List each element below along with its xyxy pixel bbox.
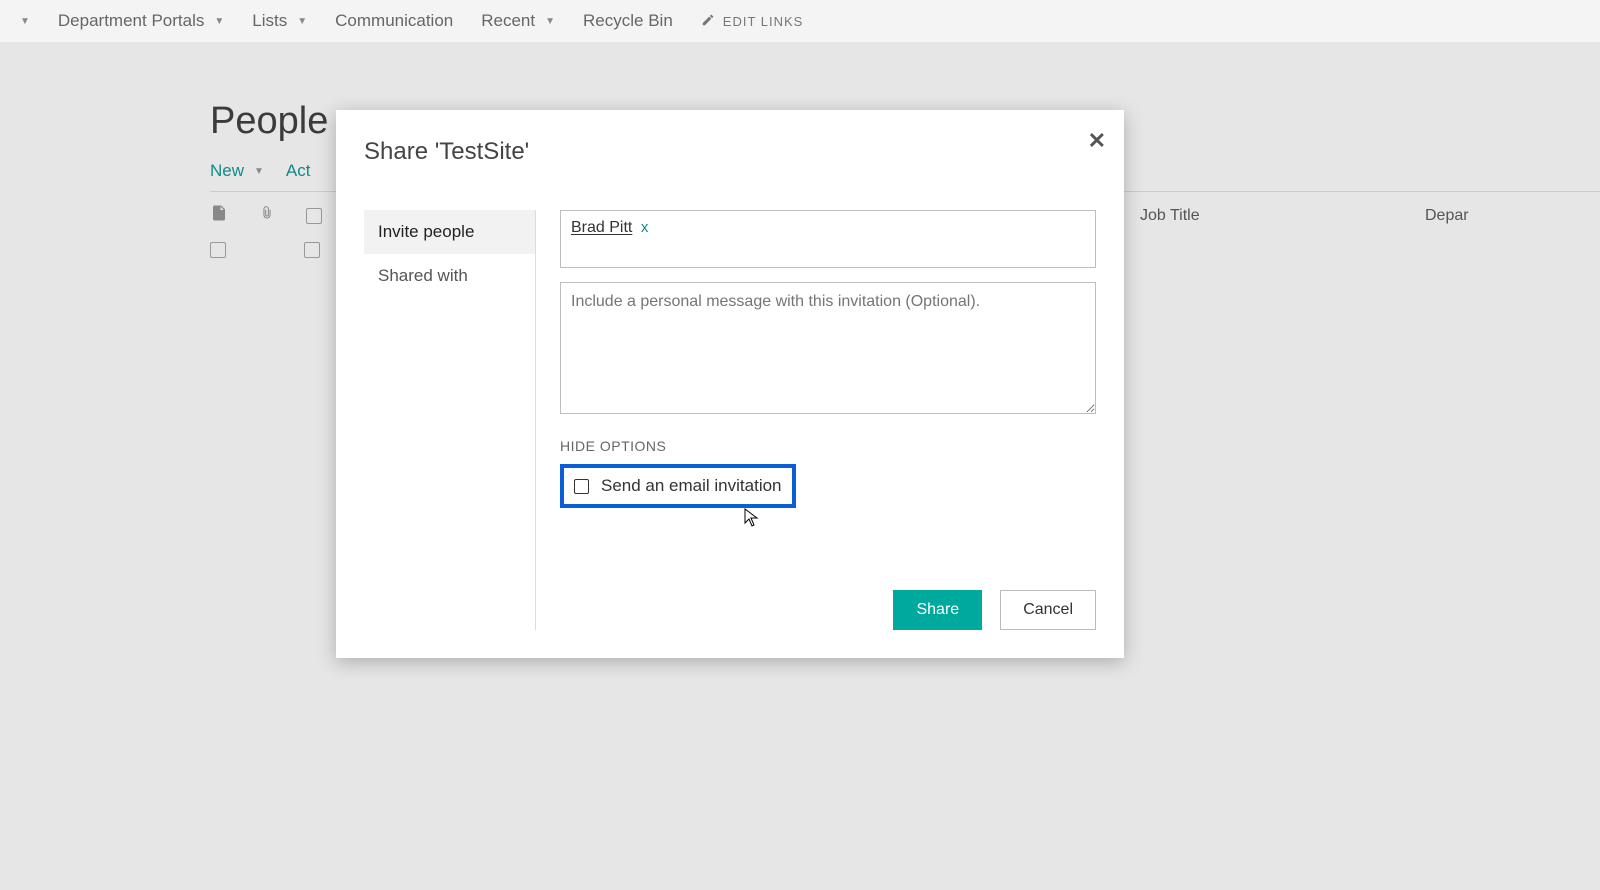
nav-recent[interactable]: Recent ▼ — [481, 11, 555, 31]
nav-label: Department Portals — [58, 11, 204, 31]
pencil-icon — [701, 13, 715, 30]
dialog-tabs: Invite people Shared with — [364, 210, 536, 630]
dialog-main: Brad Pitt x HIDE OPTIONS Send an email i… — [536, 210, 1096, 630]
people-picker[interactable]: Brad Pitt x — [560, 210, 1096, 268]
share-button[interactable]: Share — [893, 590, 982, 630]
tab-label: Invite people — [378, 222, 474, 241]
dialog-buttons: Share Cancel — [893, 590, 1096, 630]
button-label: Share — [916, 601, 959, 618]
message-input[interactable] — [560, 282, 1096, 414]
nav-recycle-bin[interactable]: Recycle Bin — [583, 11, 673, 31]
edit-links-button[interactable]: EDIT LINKS — [701, 13, 804, 30]
actions-label: Act — [286, 161, 311, 180]
header-checkbox[interactable] — [306, 208, 322, 224]
email-invitation-checkbox[interactable] — [574, 479, 589, 494]
nav-label: Recent — [481, 11, 535, 31]
dialog-title: Share 'TestSite' — [364, 138, 529, 166]
nav-label: Communication — [335, 11, 453, 31]
email-invitation-option[interactable]: Send an email invitation — [560, 464, 796, 508]
chevron-down-icon[interactable]: ▼ — [214, 16, 224, 27]
row-checkbox[interactable] — [210, 242, 226, 258]
chevron-down-icon[interactable]: ▼ — [545, 16, 555, 27]
column-job-title[interactable]: Job Title — [1140, 207, 1200, 225]
email-invitation-label: Send an email invitation — [601, 476, 782, 496]
tab-invite-people[interactable]: Invite people — [364, 210, 535, 254]
hide-options-toggle[interactable]: HIDE OPTIONS — [560, 438, 1096, 454]
cancel-button[interactable]: Cancel — [1000, 590, 1096, 630]
close-button[interactable]: ✕ — [1088, 128, 1106, 154]
close-icon: ✕ — [1088, 128, 1106, 153]
edit-links-label: EDIT LINKS — [723, 14, 804, 29]
nav-lists[interactable]: Lists ▼ — [252, 11, 307, 31]
chevron-down-icon[interactable]: ▼ — [20, 16, 30, 27]
chevron-down-icon[interactable]: ▼ — [297, 16, 307, 27]
actions-button[interactable]: Act — [286, 161, 311, 181]
button-label: Cancel — [1023, 601, 1073, 618]
tab-label: Shared with — [378, 266, 468, 285]
attachment-icon — [260, 205, 274, 226]
tab-shared-with[interactable]: Shared with — [364, 254, 535, 298]
row-item-checkbox[interactable] — [304, 242, 320, 258]
top-nav: ▼ Department Portals ▼ Lists ▼ Communica… — [0, 0, 1600, 42]
new-button[interactable]: New ▼ — [210, 161, 264, 181]
nav-label: Recycle Bin — [583, 11, 673, 31]
column-department[interactable]: Depar — [1425, 207, 1469, 225]
dialog-body: Invite people Shared with Brad Pitt x HI… — [364, 210, 1096, 630]
nav-department-portals[interactable]: Department Portals ▼ — [58, 11, 224, 31]
nav-label: Lists — [252, 11, 287, 31]
select-all-icon[interactable] — [210, 204, 228, 227]
person-chip[interactable]: Brad Pitt — [571, 219, 632, 236]
share-dialog: Share 'TestSite' ✕ Invite people Shared … — [336, 110, 1124, 658]
remove-person-button[interactable]: x — [641, 219, 649, 236]
new-label: New — [210, 161, 244, 181]
chevron-down-icon[interactable]: ▼ — [254, 166, 264, 177]
hide-options-label: HIDE OPTIONS — [560, 438, 666, 454]
nav-communication[interactable]: Communication — [335, 11, 453, 31]
